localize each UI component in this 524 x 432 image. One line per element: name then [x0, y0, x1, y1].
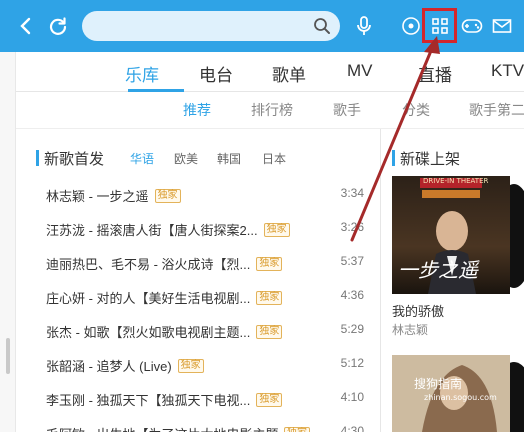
tab-library[interactable]: 乐库	[125, 61, 159, 86]
gamepad-icon[interactable]	[458, 12, 486, 40]
song-row[interactable]: 李玉刚 - 独孤天下【独孤天下电视... 独家 4:10	[46, 383, 364, 413]
song-duration: 4:10	[340, 390, 364, 404]
section-accent-bar	[36, 150, 39, 166]
song-row[interactable]: 庄心妍 - 对的人【美好生活电视剧... 独家 4:36	[46, 281, 364, 311]
tab-playlists[interactable]: 歌单	[272, 61, 306, 86]
section-accent-bar	[392, 150, 395, 166]
song-row[interactable]: 迪丽热巴、毛不易 - 浴火成诗【烈... 独家 5:37	[46, 247, 364, 277]
song-row[interactable]: 汪苏泷 - 摇滚唐人街【唐人街探案2... 独家 3:26	[46, 213, 364, 243]
new-albums-title: 新碟上架	[400, 151, 461, 168]
watermark-url: zhinan.sogou.com	[424, 393, 497, 402]
song-duration: 3:34	[340, 186, 364, 200]
exclusive-badge: 独家	[256, 324, 283, 339]
divider	[16, 128, 524, 129]
tab-live[interactable]: 直播	[418, 61, 452, 86]
subtab-charts[interactable]: 排行榜	[251, 100, 293, 120]
left-sidebar-edge	[0, 52, 16, 432]
watermark-text: 搜狗指南	[414, 377, 463, 391]
region-korean[interactable]: 韩国	[217, 150, 241, 167]
microphone-icon[interactable]	[350, 12, 378, 40]
tab-ktv[interactable]: KTV	[491, 61, 524, 81]
album-cover[interactable]: DRIVE-IN THEATER 一步之遥	[392, 176, 510, 294]
search-input[interactable]	[82, 11, 340, 41]
song-row[interactable]: 张韶涵 - 追梦人 (Live) 独家 5:12	[46, 349, 364, 379]
song-duration: 4:36	[340, 288, 364, 302]
exclusive-badge: 独家	[284, 426, 310, 432]
song-row[interactable]: 毛阿敏 - 出生地【为了这片大地电影主题... 独家 4:30	[46, 417, 364, 432]
exclusive-badge: 独家	[154, 188, 181, 203]
target-icon[interactable]	[397, 12, 425, 40]
highlight-box	[422, 8, 457, 43]
song-title: 毛阿敏 - 出生地【为了这片大地电影主题...	[46, 424, 278, 432]
song-title: 李玉刚 - 独孤天下【独孤天下电视...	[46, 393, 251, 408]
search-icon[interactable]	[313, 17, 331, 35]
cover-top-text: DRIVE-IN THEATER	[423, 177, 489, 185]
mail-icon[interactable]	[488, 12, 516, 40]
exclusive-badge: 独家	[177, 358, 204, 373]
song-title: 迪丽热巴、毛不易 - 浴火成诗【烈...	[46, 257, 251, 272]
song-row[interactable]: 林志颖 - 一步之遥 独家 3:34	[46, 179, 364, 209]
album-artist[interactable]: 林志颖	[392, 321, 428, 338]
song-duration: 4:30	[340, 424, 364, 432]
region-chinese[interactable]: 华语	[130, 150, 154, 167]
primary-tabs: 乐库 电台 歌单 MV 直播 KTV	[16, 52, 524, 92]
active-tab-indicator	[128, 89, 184, 92]
region-japanese[interactable]: 日本	[262, 150, 286, 167]
exclusive-badge: 独家	[256, 256, 283, 271]
song-duration: 5:29	[340, 322, 364, 336]
album-name[interactable]: 我的骄傲	[392, 301, 444, 320]
exclusive-badge: 独家	[263, 222, 290, 237]
region-western[interactable]: 欧美	[174, 150, 198, 167]
subtab-categories[interactable]: 分类	[402, 100, 430, 120]
tab-mv[interactable]: MV	[347, 61, 373, 81]
exclusive-badge: 独家	[256, 392, 283, 407]
new-songs-title: 新歌首发	[44, 151, 105, 168]
song-title: 庄心妍 - 对的人【美好生活电视剧...	[46, 291, 251, 306]
song-title: 汪苏泷 - 摇滚唐人街【唐人街探案2...	[46, 223, 258, 238]
cover-title: 一步之遥	[398, 260, 478, 282]
column-divider	[380, 129, 381, 432]
album-cover[interactable]: 搜狗指南 zhinan.sogou.com	[392, 355, 510, 432]
back-icon[interactable]	[12, 12, 40, 40]
subtab-singers[interactable]: 歌手	[333, 100, 361, 120]
tab-radio[interactable]: 电台	[199, 61, 233, 86]
song-duration: 3:26	[340, 220, 364, 234]
song-title: 张韶涵 - 追梦人 (Live)	[46, 359, 172, 374]
subtab-singers-second[interactable]: 歌手第二	[469, 100, 524, 120]
song-title: 张杰 - 如歌【烈火如歌电视剧主题...	[46, 325, 251, 340]
song-title: 林志颖 - 一步之遥	[46, 189, 149, 204]
song-duration: 5:37	[340, 254, 364, 268]
refresh-icon[interactable]	[44, 12, 72, 40]
song-row[interactable]: 张杰 - 如歌【烈火如歌电视剧主题... 独家 5:29	[46, 315, 364, 345]
exclusive-badge: 独家	[256, 290, 283, 305]
song-duration: 5:12	[340, 356, 364, 370]
subtab-recommended[interactable]: 推荐	[183, 100, 211, 120]
scrollbar[interactable]	[6, 338, 10, 374]
